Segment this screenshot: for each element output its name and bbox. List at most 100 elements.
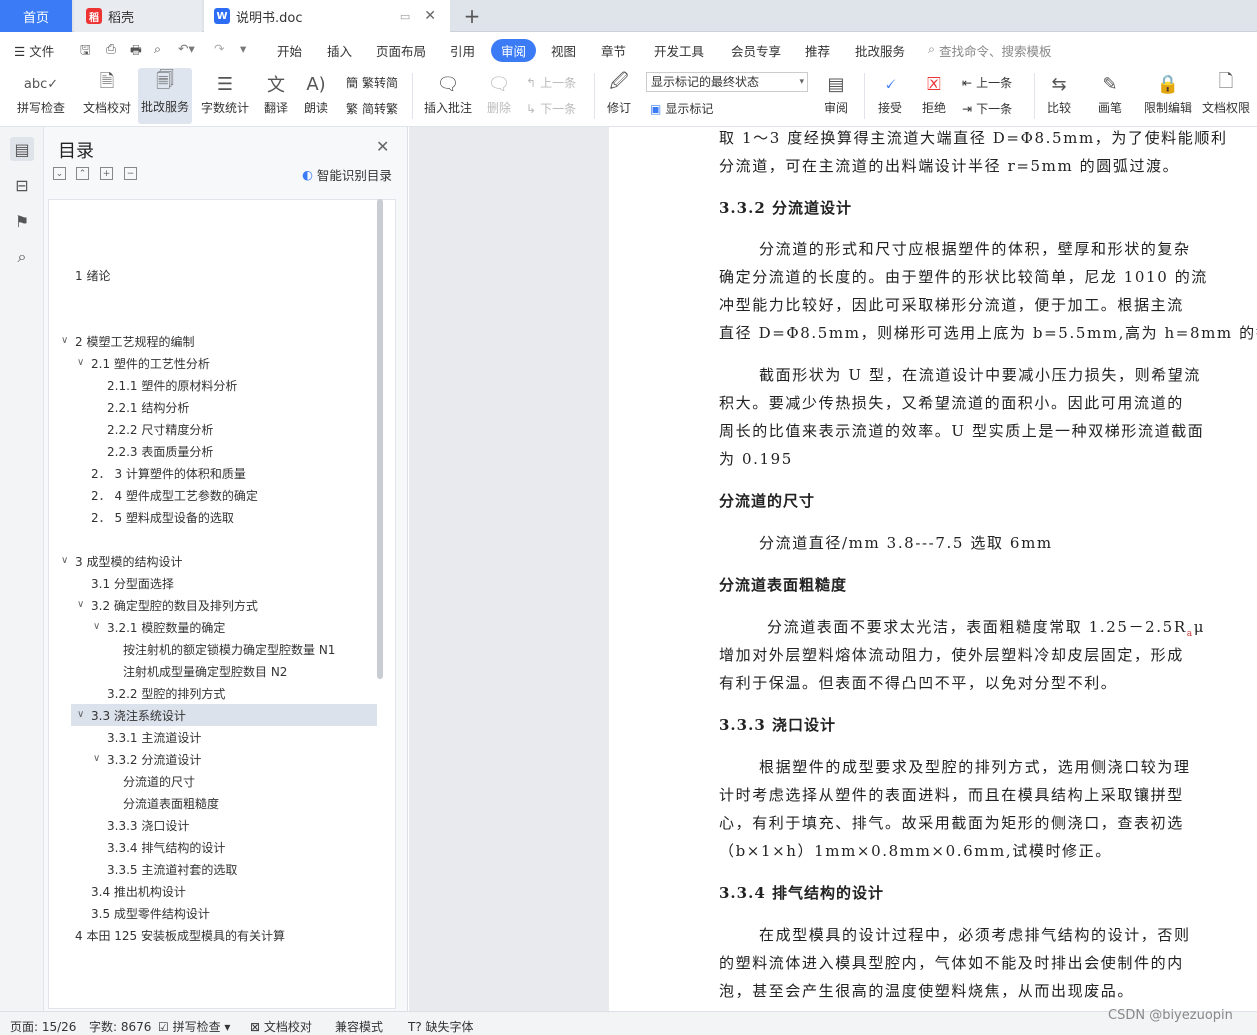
menu-grading[interactable]: 批改服务 bbox=[855, 41, 905, 60]
show-markup-button[interactable]: ▣ 显示标记 bbox=[650, 100, 713, 117]
menu-layout[interactable]: 页面布局 bbox=[376, 41, 426, 60]
compare-button[interactable]: ⇆ 比较 bbox=[1040, 69, 1078, 116]
tab-close-icon[interactable]: ✕ bbox=[424, 8, 436, 24]
toc-item[interactable]: 2． 3 计算塑件的体积和质量 bbox=[91, 465, 246, 482]
expand-up-icon[interactable]: ⌃ bbox=[76, 167, 89, 180]
status-spellcheck[interactable]: ☑ 拼写检查 ▾ bbox=[158, 1018, 230, 1035]
tab-home[interactable]: 首页 bbox=[0, 0, 72, 32]
redo-icon[interactable]: ↷ bbox=[214, 41, 224, 56]
next-comment-button[interactable]: ↳ 下一条 bbox=[526, 100, 576, 117]
toc-item[interactable]: 3.3.1 主流道设计 bbox=[107, 729, 201, 746]
trad-to-simp-button[interactable]: 簡繁转简 bbox=[346, 74, 398, 91]
toc-item[interactable]: 按注射机的额定锁模力确定型腔数量 N1 bbox=[123, 641, 335, 658]
toc-pane-icon[interactable]: ▤ bbox=[10, 137, 34, 161]
new-tab-button[interactable]: + bbox=[458, 0, 486, 32]
spellcheck-button[interactable]: abc✓ 拼写检查 bbox=[10, 69, 72, 116]
toc-item[interactable]: 3.2 确定型腔的数目及排列方式 bbox=[91, 597, 258, 614]
status-proofread[interactable]: ⊠ 文档校对 bbox=[250, 1018, 312, 1035]
chevron-down-icon[interactable]: ∨ bbox=[77, 599, 84, 610]
toc-item[interactable]: 3.2.2 型腔的排列方式 bbox=[107, 685, 225, 702]
markup-state-select[interactable]: 显示标记的最终状态 ▾ bbox=[646, 72, 808, 92]
toc-item[interactable]: 2 模塑工艺规程的编制 bbox=[75, 333, 194, 350]
chevron-down-icon[interactable]: ∨ bbox=[61, 335, 68, 346]
doccheck-button[interactable]: 🗎 文档校对 bbox=[79, 69, 135, 116]
toc-item[interactable]: 2.1 塑件的工艺性分析 bbox=[91, 355, 210, 372]
toc-item[interactable]: 2． 4 塑件成型工艺参数的确定 bbox=[91, 487, 258, 504]
add-heading-icon[interactable]: + bbox=[100, 167, 113, 180]
toc-item[interactable]: 3.5 成型零件结构设计 bbox=[91, 905, 210, 922]
menu-start[interactable]: 开始 bbox=[277, 41, 302, 60]
menu-insert[interactable]: 插入 bbox=[327, 41, 352, 60]
chevron-down-icon[interactable]: ∨ bbox=[77, 709, 84, 720]
restrict-edit-button[interactable]: 🔒 限制编辑 bbox=[1142, 69, 1194, 116]
close-icon[interactable]: ✕ bbox=[376, 137, 389, 156]
menu-review[interactable]: 审阅 bbox=[491, 39, 537, 62]
grading-button[interactable]: 🗐 批改服务 bbox=[138, 68, 192, 124]
prev-change-button[interactable]: ⇤ 上一条 bbox=[962, 74, 1012, 91]
toc-item[interactable]: 注射机成型量确定型腔数目 N2 bbox=[123, 663, 287, 680]
undo-icon[interactable]: ↶▾ bbox=[178, 41, 195, 56]
save-icon[interactable]: 🖫 bbox=[80, 41, 91, 62]
print-icon[interactable]: 🖶 bbox=[130, 41, 142, 62]
chevron-down-icon[interactable]: ∨ bbox=[93, 753, 100, 764]
menu-chapter[interactable]: 章节 bbox=[601, 41, 626, 60]
chapter-nav-icon[interactable]: ⊟ bbox=[10, 173, 34, 197]
toc-item[interactable]: 分流道的尺寸 bbox=[123, 773, 195, 790]
smart-toc-button[interactable]: ◐ 智能识别目录 bbox=[302, 165, 392, 184]
doc-permission-button[interactable]: 🗋 文档权限 bbox=[1200, 69, 1252, 116]
remove-heading-icon[interactable]: − bbox=[124, 167, 137, 180]
revise-button[interactable]: 🖉 修订 bbox=[600, 69, 638, 116]
document-page[interactable]: 取 1～3 度经换算得主流道大端直径 D=Φ8.5mm，为了使料能顺利 分流道，… bbox=[609, 127, 1257, 1011]
toc-item[interactable]: 3.3.2 分流道设计 bbox=[107, 751, 201, 768]
toc-item[interactable]: 1 绪论 bbox=[75, 267, 110, 284]
collapse-all-icon[interactable]: ⌄ bbox=[53, 167, 66, 180]
toc-item[interactable]: 2.2.2 尺寸精度分析 bbox=[107, 421, 213, 438]
simp-to-trad-button[interactable]: 繁简转繁 bbox=[346, 100, 398, 117]
tab-daoke[interactable]: 稻稻壳 bbox=[74, 0, 202, 32]
chevron-down-icon[interactable]: ∨ bbox=[77, 357, 84, 368]
page-indicator[interactable]: 页面: 15/26 bbox=[10, 1018, 76, 1035]
bookmark-icon[interactable]: ⚑ bbox=[10, 209, 34, 233]
prev-comment-button[interactable]: ↰ 上一条 bbox=[526, 74, 576, 91]
review-pane-button[interactable]: ▤ 审阅 bbox=[816, 69, 856, 116]
word-count[interactable]: 字数: 8676 bbox=[89, 1018, 151, 1035]
delete-comment-button[interactable]: 🗨 删除 bbox=[480, 69, 518, 116]
insert-comment-button[interactable]: 🗨 插入批注 bbox=[420, 69, 476, 116]
command-search[interactable]: ⌕ 查找命令、搜索模板 bbox=[928, 41, 1052, 60]
menu-member[interactable]: 会员专享 bbox=[731, 41, 781, 60]
more-icon[interactable]: ▾ bbox=[240, 41, 246, 56]
missing-font[interactable]: T? 缺失字体 bbox=[408, 1018, 474, 1035]
wordcount-button[interactable]: ☰ 字数统计 bbox=[198, 69, 252, 116]
toc-item[interactable]: 2.2.3 表面质量分析 bbox=[107, 443, 213, 460]
accept-button[interactable]: 🗸 接受 bbox=[870, 69, 910, 116]
toc-item-selected[interactable]: 3.3 浇注系统设计 bbox=[91, 707, 186, 724]
file-menu[interactable]: ☰ 文件 bbox=[14, 41, 54, 60]
toc-item[interactable]: 3.3.5 主流道衬套的选取 bbox=[107, 861, 237, 878]
toc-item[interactable]: 3.2.1 模腔数量的确定 bbox=[107, 619, 225, 636]
toc-item[interactable]: 4 本田 125 安装板成型模具的有关计算 bbox=[75, 927, 285, 944]
toc-item[interactable]: 3.4 推出机构设计 bbox=[91, 883, 186, 900]
pen-button[interactable]: ✎ 画笔 bbox=[1094, 69, 1126, 116]
chevron-down-icon[interactable]: ∨ bbox=[61, 555, 68, 566]
menu-devtools[interactable]: 开发工具 bbox=[654, 41, 704, 60]
toc-item[interactable]: 3.1 分型面选择 bbox=[91, 575, 174, 592]
toc-item[interactable]: 3.3.4 排气结构的设计 bbox=[107, 839, 225, 856]
chevron-down-icon[interactable]: ∨ bbox=[93, 621, 100, 632]
toc-item[interactable]: 分流道表面粗糙度 bbox=[123, 795, 219, 812]
preview-icon[interactable]: ⌕ bbox=[154, 41, 161, 57]
toc-scrollbar[interactable] bbox=[377, 199, 383, 679]
read-aloud-button[interactable]: A) 朗读 bbox=[300, 69, 332, 116]
menu-recommend[interactable]: 推荐 bbox=[805, 41, 830, 60]
toc-item[interactable]: 2.1.1 塑件的原材料分析 bbox=[107, 377, 237, 394]
reject-button[interactable]: 🗵 拒绝 bbox=[914, 69, 954, 116]
menu-reference[interactable]: 引用 bbox=[450, 41, 475, 60]
tab-document[interactable]: W 说明书.doc ▭ ✕ bbox=[204, 0, 450, 32]
translate-button[interactable]: 文翻译 bbox=[256, 69, 296, 116]
search-icon[interactable]: ⌕ bbox=[10, 245, 34, 269]
export-icon[interactable]: ⎙ bbox=[106, 41, 116, 57]
toc-item[interactable]: 2． 5 塑料成型设备的选取 bbox=[91, 509, 234, 526]
tab-pin-icon[interactable]: ▭ bbox=[400, 10, 410, 23]
toc-item[interactable]: 2.2.1 结构分析 bbox=[107, 399, 189, 416]
toc-item[interactable]: 3 成型模的结构设计 bbox=[75, 553, 182, 570]
menu-view[interactable]: 视图 bbox=[551, 41, 576, 60]
